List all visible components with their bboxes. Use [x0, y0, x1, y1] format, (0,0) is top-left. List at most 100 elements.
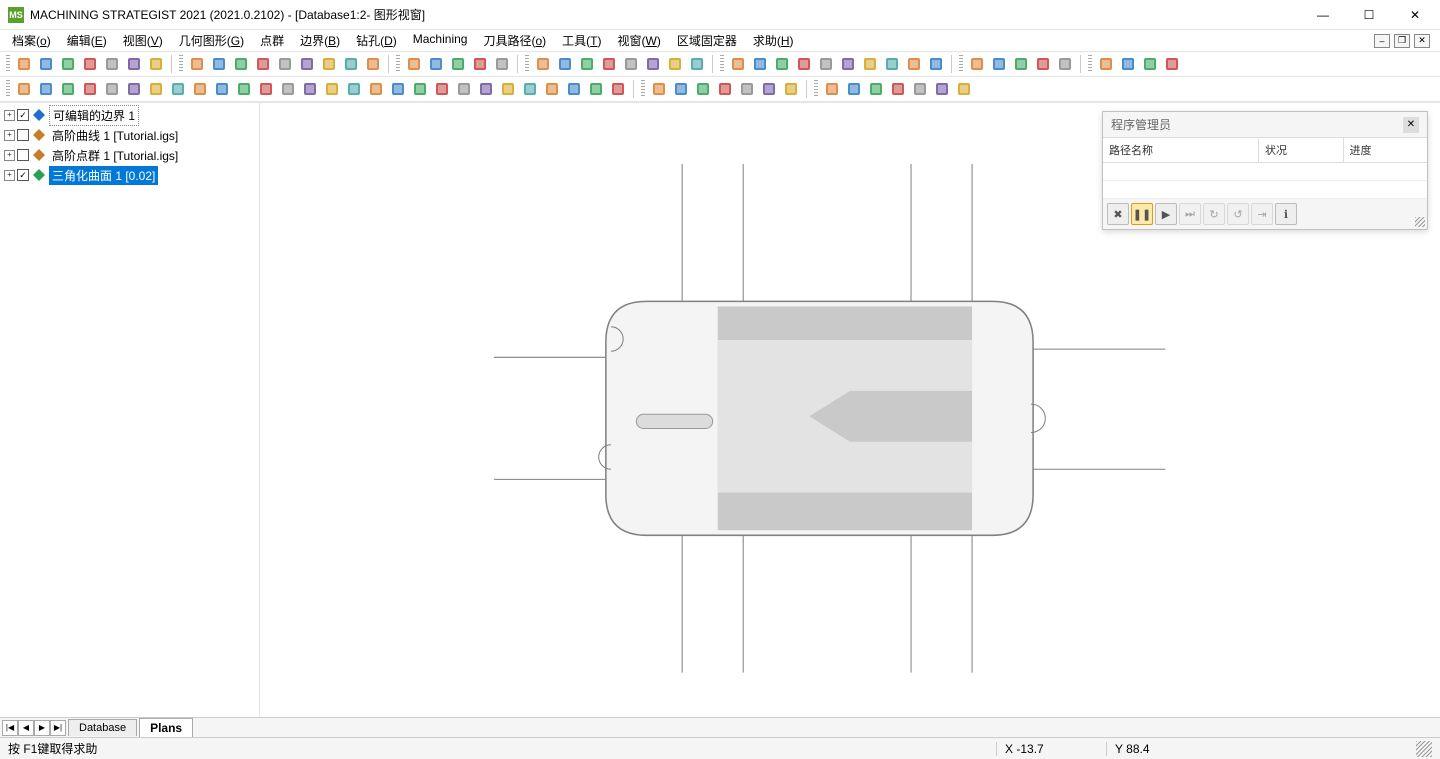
panel-delete-button[interactable]: ✖ — [1107, 203, 1129, 225]
panel-titlebar[interactable]: 程序管理员 ✕ — [1103, 112, 1427, 138]
import-button[interactable] — [14, 79, 34, 99]
orange-1-button[interactable] — [234, 79, 254, 99]
tool-2-button[interactable] — [844, 79, 864, 99]
tool-1-button[interactable] — [822, 79, 842, 99]
dots-4-button[interactable] — [1033, 54, 1053, 74]
panel-play-button[interactable]: ▶ — [1155, 203, 1177, 225]
swatch-button[interactable] — [363, 54, 383, 74]
red-1-button[interactable] — [80, 79, 100, 99]
tag-2-button[interactable] — [750, 54, 770, 74]
menu-几何图形[interactable]: 几何图形(G) — [171, 30, 252, 51]
orange-2-button[interactable] — [454, 79, 474, 99]
menu-求助[interactable]: 求助(H) — [745, 30, 802, 51]
tab-nav-prev[interactable]: ◀ — [18, 720, 34, 736]
window-maximize-button[interactable]: ☐ — [1346, 0, 1392, 30]
mdi-restore-button[interactable]: ❐ — [1394, 34, 1410, 48]
menu-区域固定器[interactable]: 区域固定器 — [669, 30, 745, 51]
toolbar-grip[interactable] — [396, 55, 400, 73]
window-close-button[interactable]: ✕ — [1392, 0, 1438, 30]
layers-button[interactable] — [319, 54, 339, 74]
layer-a-button[interactable] — [1118, 54, 1138, 74]
menu-视窗[interactable]: 视窗(W) — [610, 30, 669, 51]
toolbar-grip[interactable] — [1088, 55, 1092, 73]
grid-dots-button[interactable] — [1055, 54, 1075, 74]
tool-3-button[interactable] — [866, 79, 886, 99]
swirl-button[interactable] — [1162, 54, 1182, 74]
tab-plans[interactable]: Plans — [139, 718, 193, 737]
drill-3-button[interactable] — [693, 79, 713, 99]
iso-8-button[interactable] — [687, 54, 707, 74]
circle-m-button[interactable] — [882, 54, 902, 74]
tree-checkbox[interactable] — [17, 109, 29, 121]
iso-2-button[interactable] — [555, 54, 575, 74]
tag-1-button[interactable] — [728, 54, 748, 74]
pin-button[interactable] — [772, 54, 792, 74]
panel-close-button[interactable]: ✕ — [1403, 117, 1419, 133]
panel-info-button[interactable]: ℹ — [1275, 203, 1297, 225]
filter-button[interactable] — [926, 54, 946, 74]
drill-7-button[interactable] — [781, 79, 801, 99]
iso-7-button[interactable] — [665, 54, 685, 74]
program-manager-panel[interactable]: 程序管理员 ✕ 路径名称 状况 进度 ✖❚❚▶⏭↻↺⇥ℹ — [1102, 111, 1428, 230]
tab-nav-first[interactable]: |◀ — [2, 720, 18, 736]
copy-button[interactable] — [102, 54, 122, 74]
fold-button[interactable] — [168, 79, 188, 99]
iso-3-button[interactable] — [577, 54, 597, 74]
red-4-button[interactable] — [146, 79, 166, 99]
tree-checkbox[interactable] — [17, 169, 29, 181]
gray-3-button[interactable] — [564, 79, 584, 99]
tree-node-triangulated[interactable]: +三角化曲面 1 [0.02] — [0, 165, 259, 185]
tree-node-curves[interactable]: +高阶曲线 1 [Tutorial.igs] — [0, 125, 259, 145]
arrow-dn-button[interactable] — [190, 79, 210, 99]
gray-1-button[interactable] — [520, 79, 540, 99]
tree-checkbox[interactable] — [17, 149, 29, 161]
menu-点群[interactable]: 点群 — [252, 30, 292, 51]
panel-resize-grip[interactable] — [1415, 217, 1425, 227]
bc-tag-button[interactable] — [253, 54, 273, 74]
toolbar-grip[interactable] — [959, 55, 963, 73]
toolbar-grip[interactable] — [525, 55, 529, 73]
flag-button[interactable] — [794, 54, 814, 74]
run-button[interactable] — [58, 54, 78, 74]
ac-tag-button[interactable] — [231, 54, 251, 74]
menu-编辑[interactable]: 编辑(E) — [59, 30, 115, 51]
angle-button[interactable] — [838, 54, 858, 74]
tree-node-boundaries[interactable]: +可编辑的边界 1 — [0, 105, 259, 125]
red-6-button[interactable] — [278, 79, 298, 99]
dots-2-button[interactable] — [989, 54, 1009, 74]
orange-3-button[interactable] — [476, 79, 496, 99]
grid-1-button[interactable] — [275, 54, 295, 74]
column-path-name[interactable]: 路径名称 — [1103, 138, 1259, 162]
ring-button[interactable] — [1096, 54, 1116, 74]
axis-button[interactable] — [187, 54, 207, 74]
gear-button[interactable] — [608, 79, 628, 99]
tree-expander-icon[interactable]: + — [4, 110, 15, 121]
measure-button[interactable] — [816, 54, 836, 74]
window-minimize-button[interactable]: — — [1300, 0, 1346, 30]
arrow-up-button[interactable] — [212, 79, 232, 99]
menu-档案[interactable]: 档案(o) — [4, 30, 59, 51]
select-button[interactable] — [904, 54, 924, 74]
open-file-button[interactable] — [36, 54, 56, 74]
toolbar-grip[interactable] — [179, 55, 183, 73]
solid-button[interactable] — [404, 54, 424, 74]
drill-5-button[interactable] — [737, 79, 757, 99]
dot-button[interactable] — [967, 54, 987, 74]
rows-button[interactable] — [341, 54, 361, 74]
undo-redo-button[interactable] — [146, 54, 166, 74]
panel-pause-button[interactable]: ❚❚ — [1131, 203, 1153, 225]
tree-expander-icon[interactable]: + — [4, 130, 15, 141]
layer-b-button[interactable] — [1140, 54, 1160, 74]
table-row[interactable] — [1103, 181, 1427, 199]
tree-expander-icon[interactable]: + — [4, 170, 15, 181]
red-10-button[interactable] — [366, 79, 386, 99]
tab-nav-last[interactable]: ▶| — [50, 720, 66, 736]
dist-button[interactable] — [860, 54, 880, 74]
note-button[interactable] — [492, 54, 512, 74]
shell-button[interactable] — [58, 79, 78, 99]
list-2-button[interactable] — [932, 79, 952, 99]
drill-2-button[interactable] — [671, 79, 691, 99]
blue-1-button[interactable] — [410, 79, 430, 99]
mdi-minimize-button[interactable]: – — [1374, 34, 1390, 48]
red-3-button[interactable] — [124, 79, 144, 99]
